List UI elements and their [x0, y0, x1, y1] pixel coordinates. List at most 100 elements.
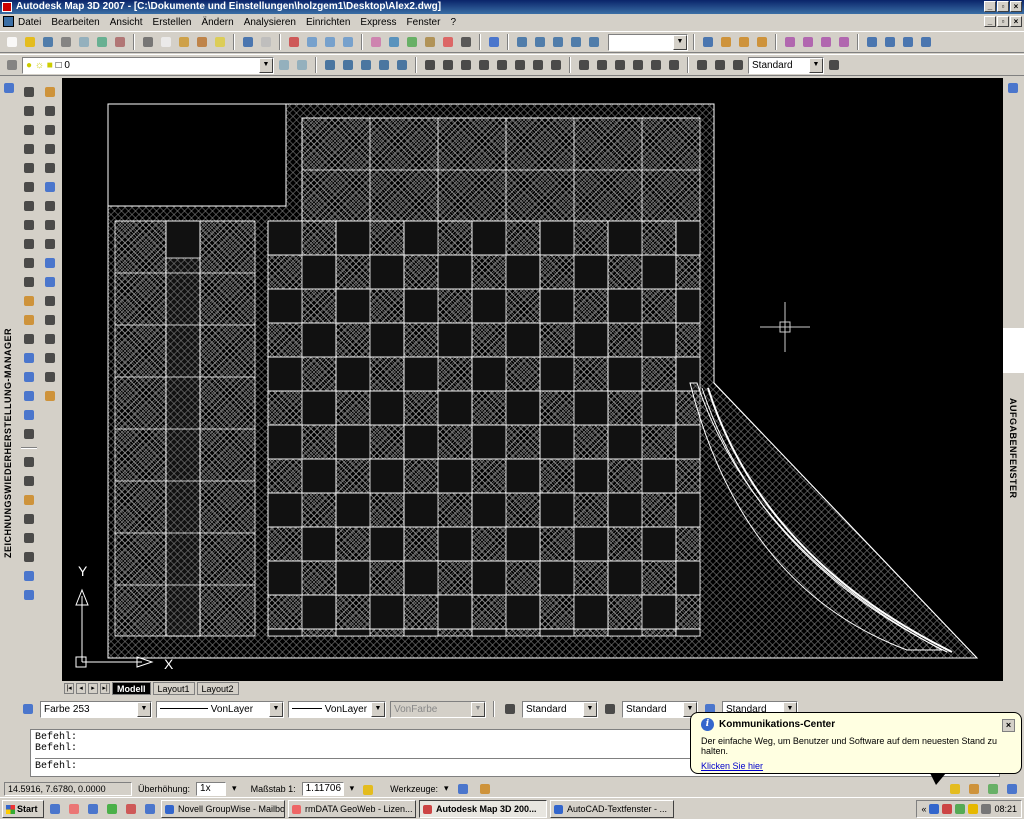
menu-express[interactable]: Express [360, 17, 396, 28]
hatch-icon[interactable] [21, 350, 37, 366]
app-icon[interactable] [2, 2, 12, 12]
scale-combo[interactable]: 1.11706 [301, 781, 344, 796]
text-edit-icon[interactable] [21, 492, 37, 508]
edit-2-icon[interactable] [736, 34, 752, 50]
spline-icon[interactable] [21, 236, 37, 252]
tray-app-3-icon[interactable] [981, 804, 992, 814]
text-style-manager-icon[interactable] [502, 701, 518, 717]
map-tool-4-icon[interactable] [836, 34, 852, 50]
new-icon[interactable] [4, 34, 20, 50]
polyline-icon[interactable] [21, 122, 37, 138]
tab-last-button[interactable]: ▸| [100, 682, 110, 694]
cut-icon[interactable] [140, 34, 156, 50]
menu-ansicht[interactable]: Ansicht [110, 17, 143, 28]
rotate-icon[interactable] [42, 198, 58, 214]
dim-edit-icon[interactable] [712, 57, 728, 73]
scale-dropdown-icon[interactable]: ▾ [350, 783, 355, 794]
quicklaunch-app-2-icon[interactable] [142, 801, 158, 817]
properties-icon[interactable] [368, 34, 384, 50]
layer-previous-icon[interactable] [294, 57, 310, 73]
tab-first-button[interactable]: |◂ [64, 682, 74, 694]
move-icon[interactable] [42, 179, 58, 195]
tools-label[interactable]: Werkzeuge: [390, 784, 438, 794]
balloon-close-button[interactable]: × [1002, 719, 1015, 732]
text-style-combo[interactable]: Standard ▼ [522, 700, 598, 718]
menu-datei[interactable]: Datei [18, 17, 41, 28]
region-icon[interactable] [21, 388, 37, 404]
minimize-button[interactable]: _ [984, 1, 996, 12]
tray-antivirus-icon[interactable] [942, 804, 953, 814]
scale-icon[interactable] [42, 217, 58, 233]
circle-icon[interactable] [21, 198, 37, 214]
dim-diameter-icon[interactable] [530, 57, 546, 73]
task-pane-icon[interactable] [1005, 80, 1021, 96]
make-block-icon[interactable] [21, 312, 37, 328]
viewport-2-icon[interactable] [532, 34, 548, 50]
layer-tool-3-icon[interactable] [358, 57, 374, 73]
tray-app-2-icon[interactable] [968, 804, 979, 814]
status-tool-icon[interactable] [455, 781, 471, 797]
dimension-style-manager-icon[interactable] [602, 701, 618, 717]
dim-angular-icon[interactable] [548, 57, 564, 73]
window-arrange-3-icon[interactable] [900, 34, 916, 50]
restore-button[interactable]: ▫ [997, 1, 1009, 12]
quicklaunch-excel-icon[interactable] [104, 801, 120, 817]
help-icon[interactable] [486, 34, 502, 50]
copy-object-icon[interactable] [42, 103, 58, 119]
quicklaunch-firefox-icon[interactable] [66, 801, 82, 817]
taskbar-map3d[interactable]: Autodesk Map 3D 200... [419, 799, 547, 818]
map-tool-icon[interactable] [782, 34, 798, 50]
layer-tool-2-icon[interactable] [340, 57, 356, 73]
close-button[interactable]: × [1010, 1, 1022, 12]
explode-icon[interactable] [42, 388, 58, 404]
view-icon[interactable] [700, 34, 716, 50]
spell-icon[interactable] [21, 530, 37, 546]
viewport-4-icon[interactable] [568, 34, 584, 50]
markup-icon[interactable] [440, 34, 456, 50]
recovery-manager-tab[interactable]: ZEICHNUNGSWIEDERHERSTELLUNG-MANAGER [0, 78, 18, 681]
revision-cloud-icon[interactable] [21, 217, 37, 233]
viewport-icon[interactable] [514, 34, 530, 50]
join-icon[interactable] [42, 331, 58, 347]
text-icon[interactable] [21, 454, 37, 470]
dim-radius-icon[interactable] [494, 57, 510, 73]
rectangle-icon[interactable] [21, 160, 37, 176]
map-tool-3-icon[interactable] [818, 34, 834, 50]
table-icon[interactable] [21, 407, 37, 423]
point-icon[interactable] [21, 331, 37, 347]
dimension-style-combo[interactable]: Standard ▼ [622, 700, 698, 718]
chamfer-icon[interactable] [42, 350, 58, 366]
color-combo[interactable]: Farbe 253 ▼ [40, 700, 152, 718]
erase-icon[interactable] [42, 84, 58, 100]
menu-help[interactable]: ? [450, 17, 456, 28]
print-icon[interactable] [58, 34, 74, 50]
tab-prev-button[interactable]: ◂ [76, 682, 86, 694]
scale-text-icon[interactable] [21, 568, 37, 584]
open-icon[interactable] [22, 34, 38, 50]
tray-network-icon[interactable] [929, 804, 940, 814]
layer-tool-4-icon[interactable] [376, 57, 392, 73]
balloon-link[interactable]: Klicken Sie hier [701, 761, 1011, 771]
viewport-3-icon[interactable] [550, 34, 566, 50]
calculator-icon[interactable] [458, 34, 474, 50]
dim-arc-icon[interactable] [458, 57, 474, 73]
array-icon[interactable] [42, 160, 58, 176]
plot-preview-icon[interactable] [76, 34, 92, 50]
mtext-icon[interactable] [21, 426, 37, 442]
find-icon[interactable] [21, 511, 37, 527]
dim-style-manager-icon[interactable] [826, 57, 842, 73]
menu-fenster[interactable]: Fenster [407, 17, 441, 28]
ellipse-arc-icon[interactable] [21, 274, 37, 290]
dim-leader-icon[interactable] [630, 57, 646, 73]
dim-continue-icon[interactable] [612, 57, 628, 73]
menu-erstellen[interactable]: Erstellen [153, 17, 192, 28]
dim-tolerance-icon[interactable] [648, 57, 664, 73]
layer-manager-icon[interactable] [4, 57, 20, 73]
tools-dropdown-icon[interactable]: ▾ [444, 783, 449, 794]
taskbar-groupwise[interactable]: Novell GroupWise - Mailbox [161, 799, 285, 818]
tray-expand-icon[interactable]: « [921, 804, 926, 814]
lineweight-combo[interactable]: VonLayer ▼ [288, 700, 386, 718]
arc-icon[interactable] [21, 179, 37, 195]
tray-app-icon[interactable] [955, 804, 966, 814]
drawing-canvas[interactable]: Y X [62, 78, 1003, 681]
